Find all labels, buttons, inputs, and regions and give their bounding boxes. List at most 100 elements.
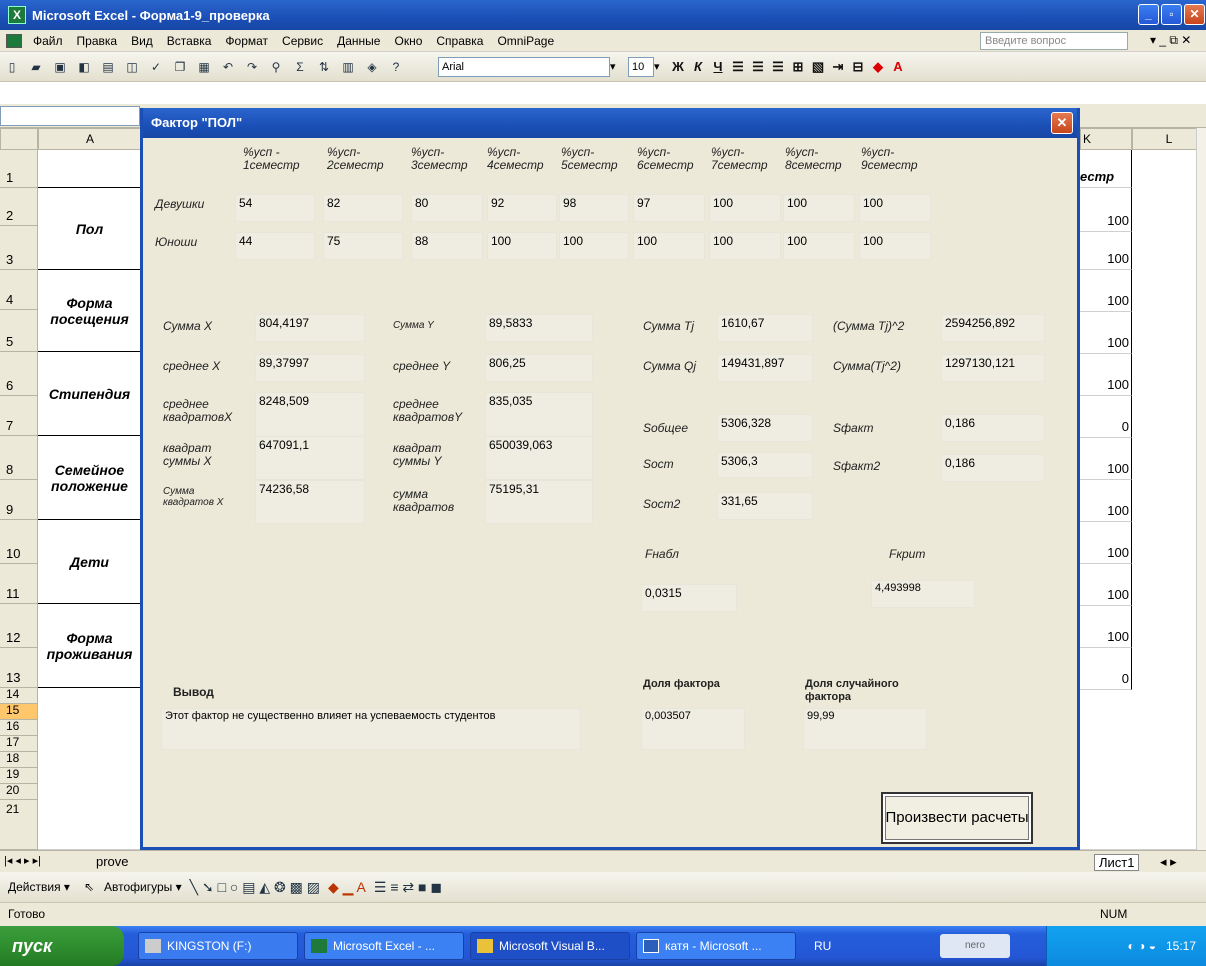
taskbar-item-word[interactable]: катя - Microsoft ... xyxy=(636,932,796,960)
row-header[interactable]: 3 xyxy=(0,226,38,270)
boys-value-field[interactable]: 75 xyxy=(323,232,403,260)
boys-value-field[interactable]: 100 xyxy=(633,232,705,260)
autosum-icon[interactable]: Σ xyxy=(290,57,310,77)
sq-sum-y-field[interactable]: 650039,063 xyxy=(485,436,593,480)
row-header[interactable]: 8 xyxy=(0,436,38,480)
row-header[interactable]: 12 xyxy=(0,604,38,648)
menu-data[interactable]: Данные xyxy=(330,34,387,48)
row-header[interactable]: 4 xyxy=(0,270,38,310)
boys-value-field[interactable]: 100 xyxy=(487,232,557,260)
menu-format[interactable]: Формат xyxy=(218,34,275,48)
s-fact2-field[interactable]: 0,186 xyxy=(941,454,1045,482)
girls-value-field[interactable]: 54 xyxy=(235,194,315,222)
boys-value-field[interactable]: 100 xyxy=(859,232,931,260)
girls-value-field[interactable]: 100 xyxy=(709,194,781,222)
sum-qj-field[interactable]: 149431,897 xyxy=(717,354,813,382)
taskbar-item-kingston[interactable]: KINGSTON (F:) xyxy=(138,932,298,960)
cell-a1[interactable] xyxy=(38,150,142,188)
compute-button[interactable]: Произвести расчеты xyxy=(881,792,1033,844)
menu-help[interactable]: Справка xyxy=(429,34,490,48)
start-button[interactable]: пуск xyxy=(0,926,124,966)
cell-k-value[interactable]: 100 xyxy=(1080,606,1132,648)
s-fact-field[interactable]: 0,186 xyxy=(941,414,1045,442)
select-all-corner[interactable] xyxy=(0,128,38,150)
actions-menu[interactable]: Действия ▾ xyxy=(8,880,70,894)
help-icon[interactable]: ? xyxy=(386,57,406,77)
girls-value-field[interactable]: 92 xyxy=(487,194,557,222)
nero-tray-icon[interactable]: nero xyxy=(940,934,1010,958)
cell-k-value[interactable]: 100 xyxy=(1080,522,1132,564)
minimize-button[interactable]: _ xyxy=(1138,4,1159,25)
sheet-nav-icon[interactable]: |◂ ◂ ▸ ▸| xyxy=(4,854,41,867)
f-observed-field[interactable]: 0,0315 xyxy=(641,584,737,612)
color-tools-icon[interactable]: ◆ ▁ A xyxy=(328,879,366,896)
cell-k-value[interactable]: 100 xyxy=(1080,354,1132,396)
save-icon[interactable]: ▣ xyxy=(50,57,70,77)
menu-insert[interactable]: Вставка xyxy=(160,34,219,48)
row-header[interactable]: 10 xyxy=(0,520,38,564)
sort-icon[interactable]: ⇅ xyxy=(314,57,334,77)
hyperlink-icon[interactable]: ⚲ xyxy=(266,57,286,77)
help-search-input[interactable]: Введите вопрос xyxy=(980,32,1128,50)
menu-view[interactable]: Вид xyxy=(124,34,160,48)
dialog-close-button[interactable]: ✕ xyxy=(1051,112,1073,134)
row-header[interactable]: 20 xyxy=(0,783,38,800)
f-critical-field[interactable]: 4,493998 xyxy=(871,580,975,608)
font-select[interactable]: Arial xyxy=(438,56,610,77)
chart-icon[interactable]: ▥ xyxy=(338,57,358,77)
autoshapes-menu[interactable]: Автофигуры ▾ xyxy=(104,880,182,894)
redo-icon[interactable]: ↷ xyxy=(242,57,262,77)
boys-value-field[interactable]: 100 xyxy=(559,232,629,260)
cell-factor-label[interactable]: Семейное положение xyxy=(38,436,142,520)
fill-color-icon[interactable]: ◆ xyxy=(869,57,887,77)
row-header[interactable]: 19 xyxy=(0,767,38,784)
row-header[interactable]: 11 xyxy=(0,564,38,604)
cell-factor-label[interactable]: Форма посещения xyxy=(38,270,142,352)
boys-value-field[interactable]: 88 xyxy=(411,232,483,260)
cell-a-empty[interactable] xyxy=(38,688,142,850)
row-header-selected[interactable]: 15 xyxy=(0,703,38,720)
row-header[interactable]: 9 xyxy=(0,480,38,520)
sum-tj2-field[interactable]: 1297130,121 xyxy=(941,354,1045,382)
girls-value-field[interactable]: 82 xyxy=(323,194,403,222)
italic-icon[interactable]: К xyxy=(689,57,707,77)
row-header[interactable]: 21 xyxy=(0,800,38,850)
menu-edit[interactable]: Правка xyxy=(70,34,125,48)
s-ost-field[interactable]: 5306,3 xyxy=(717,452,813,478)
taskbar-item-excel[interactable]: Microsoft Excel - ... xyxy=(304,932,464,960)
row-header[interactable]: 2 xyxy=(0,188,38,226)
sum-tj-field[interactable]: 1610,67 xyxy=(717,314,813,342)
girls-value-field[interactable]: 100 xyxy=(859,194,931,222)
menu-omnipage[interactable]: OmniPage xyxy=(490,34,561,48)
row-header[interactable]: 1 xyxy=(0,150,38,188)
preview-icon[interactable]: ◫ xyxy=(122,57,142,77)
shape-tools-icon[interactable]: ╲ ➘ □ ○ ▤ ◭ ❂ ▩ ▨ xyxy=(190,879,320,896)
sum-sq-x-field[interactable]: 74236,58 xyxy=(255,480,365,524)
column-header-l[interactable]: L xyxy=(1132,128,1206,150)
permission-icon[interactable]: ◧ xyxy=(74,57,94,77)
s-ost2-field[interactable]: 331,65 xyxy=(717,492,813,520)
align-right-icon[interactable]: ☰ xyxy=(769,57,787,77)
row-header[interactable]: 14 xyxy=(0,687,38,704)
align-center-icon[interactable]: ☰ xyxy=(749,57,767,77)
print-icon[interactable]: ▤ xyxy=(98,57,118,77)
row-header[interactable]: 18 xyxy=(0,751,38,768)
currency-icon[interactable]: ▧ xyxy=(809,57,827,77)
column-l-cells[interactable] xyxy=(1132,150,1206,850)
underline-icon[interactable]: Ч xyxy=(709,57,727,77)
menu-file[interactable]: Файл xyxy=(26,34,70,48)
workbook-icon[interactable] xyxy=(6,33,22,48)
girls-value-field[interactable]: 80 xyxy=(411,194,483,222)
copy-icon[interactable]: ❐ xyxy=(170,57,190,77)
close-button[interactable]: ✕ xyxy=(1184,4,1205,25)
sum-y-field[interactable]: 89,5833 xyxy=(485,314,593,342)
maximize-button[interactable]: ▫ xyxy=(1161,4,1182,25)
row-header[interactable]: 7 xyxy=(0,396,38,436)
mean-sq-y-field[interactable]: 835,035 xyxy=(485,392,593,440)
paste-icon[interactable]: ▦ xyxy=(194,57,214,77)
cell-k-value[interactable]: 100 xyxy=(1080,564,1132,606)
cell-factor-label[interactable]: Стипендия xyxy=(38,352,142,436)
girls-value-field[interactable]: 97 xyxy=(633,194,705,222)
indent-icon[interactable]: ⇥ xyxy=(829,57,847,77)
cell-k-empty[interactable] xyxy=(1080,690,1132,850)
